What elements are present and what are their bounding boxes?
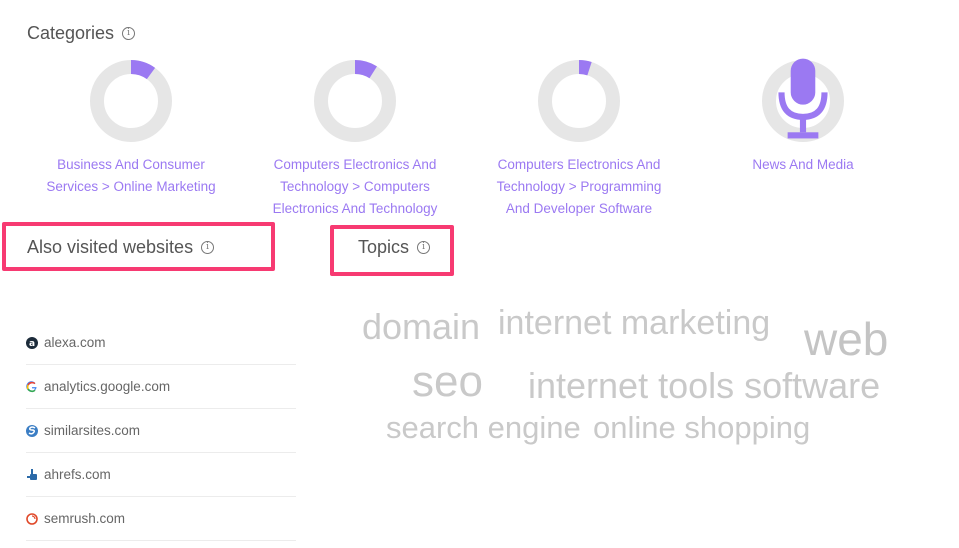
label-line[interactable]: Computers Electronics And: [474, 154, 684, 176]
category-label[interactable]: Computers Electronics And Technology > P…: [474, 154, 684, 220]
donut-track: [314, 60, 396, 142]
svg-text:a: a: [29, 339, 35, 349]
donut-svg: [538, 60, 620, 142]
category-label[interactable]: Computers Electronics And Technology > C…: [250, 154, 460, 220]
list-item[interactable]: similarsites.com: [26, 409, 296, 453]
category-donut: [760, 58, 846, 144]
category-item[interactable]: Computers Electronics And Technology > C…: [250, 58, 460, 220]
label-line[interactable]: Technology > Programming: [474, 176, 684, 198]
also-visited-heading: Also visited websites i: [27, 237, 215, 258]
list-item[interactable]: semrush.com: [26, 497, 296, 541]
also-visited-list: a alexa.com analytics.google.com similar…: [26, 321, 296, 541]
site-domain[interactable]: alexa.com: [44, 335, 106, 350]
site-domain[interactable]: analytics.google.com: [44, 379, 170, 394]
label-line[interactable]: News And Media: [698, 154, 908, 176]
info-icon[interactable]: i: [122, 27, 136, 40]
category-item[interactable]: Business And Consumer Services > Online …: [26, 58, 236, 198]
category-label[interactable]: News And Media: [698, 154, 908, 176]
categories-heading: Categories i: [27, 23, 136, 44]
label-line[interactable]: Electronics And Technology: [250, 198, 460, 220]
donut-svg: [314, 60, 396, 142]
site-domain[interactable]: semrush.com: [44, 511, 125, 526]
categories-title: Categories: [27, 23, 115, 43]
site-domain[interactable]: similarsites.com: [44, 423, 140, 438]
site-domain[interactable]: ahrefs.com: [44, 467, 111, 482]
alexa-icon: a: [26, 336, 38, 349]
label-line[interactable]: And Developer Software: [474, 198, 684, 220]
category-donut: [88, 58, 174, 144]
info-icon[interactable]: i: [417, 241, 431, 254]
category-item[interactable]: News And Media: [698, 58, 908, 176]
topic-word[interactable]: online shopping: [593, 412, 810, 443]
category-item[interactable]: Computers Electronics And Technology > P…: [474, 58, 684, 220]
label-line[interactable]: Technology > Computers: [250, 176, 460, 198]
microphone-icon: [760, 56, 846, 147]
label-line[interactable]: Business And Consumer: [26, 154, 236, 176]
topic-word[interactable]: seo: [412, 360, 483, 404]
list-item[interactable]: ahrefs.com: [26, 453, 296, 497]
donut-svg: [90, 60, 172, 142]
donut-share-arc: [354, 60, 377, 79]
topic-word[interactable]: domain: [362, 309, 480, 345]
topics-word-cloud: domain internet marketing web seo intern…: [360, 300, 920, 460]
similarsites-icon: [26, 424, 38, 437]
category-donut: [536, 58, 622, 144]
topics-title: Topics: [358, 237, 410, 257]
label-line[interactable]: Services > Online Marketing: [26, 176, 236, 198]
topic-word[interactable]: web: [804, 316, 888, 362]
topic-word[interactable]: search engine: [386, 412, 581, 443]
donut-track: [538, 60, 620, 142]
donut-share-arc: [578, 60, 592, 76]
topic-word[interactable]: internet marketing: [498, 306, 770, 340]
list-item[interactable]: analytics.google.com: [26, 365, 296, 409]
google-icon: [26, 380, 38, 393]
list-item[interactable]: a alexa.com: [26, 321, 296, 365]
ahrefs-icon: [26, 468, 38, 481]
donut-share-arc: [130, 60, 156, 80]
also-visited-title: Also visited websites: [27, 237, 194, 257]
topics-heading: Topics i: [358, 237, 431, 258]
info-icon[interactable]: i: [201, 241, 215, 254]
category-label[interactable]: Business And Consumer Services > Online …: [26, 154, 236, 198]
category-donut: [312, 58, 398, 144]
label-line[interactable]: Computers Electronics And: [250, 154, 460, 176]
donut-track: [90, 60, 172, 142]
topic-word[interactable]: internet tools software: [528, 368, 880, 404]
semrush-icon: [26, 512, 38, 525]
